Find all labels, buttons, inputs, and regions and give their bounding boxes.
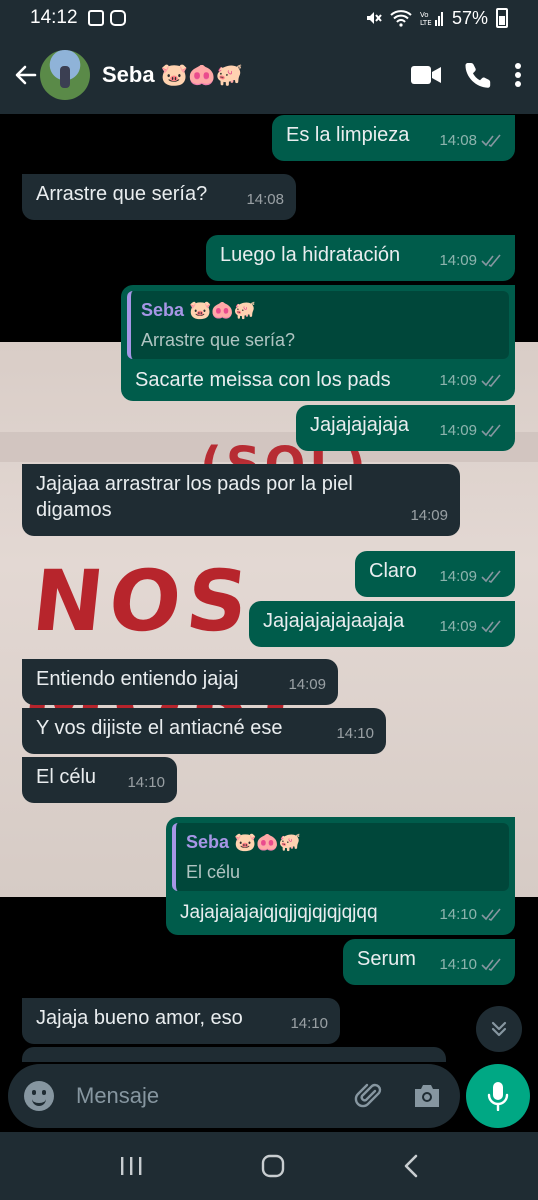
message-input[interactable]	[76, 1083, 326, 1109]
message-text: Serum	[357, 948, 416, 970]
svg-text:LTE: LTE	[420, 19, 432, 27]
message-text: Sacarte meissa con los pads	[135, 369, 391, 391]
quoted-text: El célu	[186, 862, 241, 882]
quoted-text: Arrastre que sería?	[141, 330, 296, 350]
message-bubble[interactable]: Y vos dijiste el antiacné ese 14:10	[22, 708, 386, 754]
notification-icons	[87, 10, 126, 26]
system-nav-bar	[0, 1132, 538, 1200]
phone-icon	[465, 63, 491, 88]
avatar[interactable]	[40, 50, 90, 100]
message-time: 14:09	[439, 252, 477, 269]
recent-apps-icon[interactable]	[119, 1155, 143, 1177]
double-chevron-down-icon	[491, 1021, 507, 1037]
message-time: 14:09	[288, 676, 326, 693]
message-input-container[interactable]	[8, 1064, 460, 1128]
message-time: 14:10	[290, 1015, 328, 1032]
read-ticks-icon	[481, 134, 501, 148]
mute-icon	[366, 12, 382, 24]
quoted-sender: Seba 🐷🐽🐖	[141, 300, 257, 320]
battery-icon	[496, 8, 508, 28]
message-text: Jajaja bueno amor, eso	[36, 1007, 243, 1029]
message-time: 14:09	[439, 618, 477, 635]
compose-bar	[0, 1062, 538, 1132]
read-ticks-icon	[481, 424, 501, 438]
message-time: 14:09	[439, 422, 477, 439]
message-text: Entiendo entiendo jajaj	[36, 668, 239, 690]
battery-percent: 57%	[451, 7, 488, 28]
message-time: 14:09	[439, 372, 477, 389]
read-ticks-icon	[481, 254, 501, 268]
read-ticks-icon	[481, 374, 501, 388]
message-text: Y vos dijiste el antiacné ese	[36, 717, 283, 739]
message-time: 14:10	[336, 725, 374, 742]
message-time: 14:08	[246, 191, 284, 208]
message-bubble-reply[interactable]: Seba 🐷🐽🐖 El célu Jajajajajajqjqjjqjqjqjq…	[166, 817, 515, 935]
read-ticks-icon	[481, 958, 501, 972]
voice-record-button[interactable]	[466, 1064, 530, 1128]
camera-icon[interactable]	[412, 1083, 442, 1109]
message-bubble[interactable]: Jajajajajaja 14:09	[296, 405, 515, 451]
emoji-icon[interactable]	[24, 1081, 54, 1111]
video-camera-icon	[411, 66, 441, 84]
message-bubble[interactable]: Jajaja bueno amor, eso 14:10	[22, 998, 340, 1044]
status-right: Vo LTE 57%	[364, 8, 508, 29]
message-bubble[interactable]: Jajajaa arrastrar los pads por la piel d…	[22, 464, 460, 536]
message-time: 14:10	[439, 906, 477, 923]
message-time: 14:08	[439, 132, 477, 149]
more-options-button[interactable]	[514, 62, 522, 88]
quoted-message[interactable]: Seba 🐷🐽🐖 El célu	[172, 823, 509, 891]
status-time: 14:12	[30, 7, 78, 28]
kebab-menu-icon	[515, 63, 521, 87]
home-icon[interactable]	[261, 1154, 285, 1178]
message-bubble[interactable]: Serum 14:10	[343, 939, 515, 985]
signal-icon: VoLTE	[420, 11, 443, 27]
message-time: 14:09	[439, 568, 477, 585]
message-time: 14:10	[439, 956, 477, 973]
message-bubble[interactable]: El célu 14:10	[22, 757, 177, 803]
contact-name[interactable]: Seba 🐷🐽🐖	[102, 62, 243, 88]
message-text: Arrastre que sería?	[36, 183, 208, 205]
gallery-icon	[87, 10, 104, 26]
status-bar: 14:12 Vo LTE 57%	[0, 0, 538, 36]
message-bubble[interactable]: Claro 14:09	[355, 551, 515, 597]
message-text: El célu	[36, 766, 97, 788]
message-bubble[interactable]: Arrastre que sería? 14:08	[22, 174, 296, 220]
message-text: Jajajajajajaajaja	[263, 610, 405, 632]
attach-icon[interactable]	[354, 1081, 384, 1111]
video-call-button[interactable]	[410, 64, 442, 86]
message-text: Claro	[369, 560, 417, 582]
wifi-icon	[390, 10, 412, 27]
read-ticks-icon	[481, 620, 501, 634]
read-ticks-icon	[481, 570, 501, 584]
microphone-icon	[487, 1082, 509, 1111]
chat-area[interactable]: (SOL) NOS MORI Es la limpieza 14:08 Arra…	[0, 114, 538, 1062]
quoted-message[interactable]: Seba 🐷🐽🐖 Arrastre que sería?	[127, 291, 509, 359]
message-bubble-partial[interactable]	[22, 1047, 446, 1062]
message-text: Luego la hidratación	[220, 244, 401, 266]
voice-call-button[interactable]	[464, 61, 492, 89]
scroll-to-bottom-button[interactable]	[476, 1006, 522, 1052]
quoted-sender: Seba 🐷🐽🐖	[186, 832, 302, 852]
message-time: 14:09	[410, 507, 448, 524]
back-arrow-icon	[15, 65, 37, 85]
chat-header: Seba 🐷🐽🐖	[0, 36, 538, 114]
message-text: Jajajajajaja	[310, 414, 409, 436]
message-bubble-reply[interactable]: Seba 🐷🐽🐖 Arrastre que sería? Sacarte mei…	[121, 285, 515, 401]
message-bubble[interactable]: Jajajajajajaajaja 14:09	[249, 601, 515, 647]
message-text: Jajajajajajqjqjjqjqjqjqjqq	[180, 902, 378, 923]
message-text: Jajajaa arrastrar los pads por la piel d…	[36, 473, 353, 521]
message-bubble[interactable]: Luego la hidratación 14:09	[206, 235, 515, 281]
message-bubble[interactable]: Es la limpieza 14:08	[272, 115, 515, 161]
message-time: 14:10	[127, 774, 165, 791]
message-bubble[interactable]: Entiendo entiendo jajaj 14:09	[22, 659, 338, 705]
svg-text:Vo: Vo	[420, 11, 429, 19]
instagram-icon	[109, 10, 126, 26]
back-nav-icon[interactable]	[403, 1154, 419, 1178]
message-text: Es la limpieza	[286, 124, 410, 146]
read-ticks-icon	[481, 908, 501, 922]
